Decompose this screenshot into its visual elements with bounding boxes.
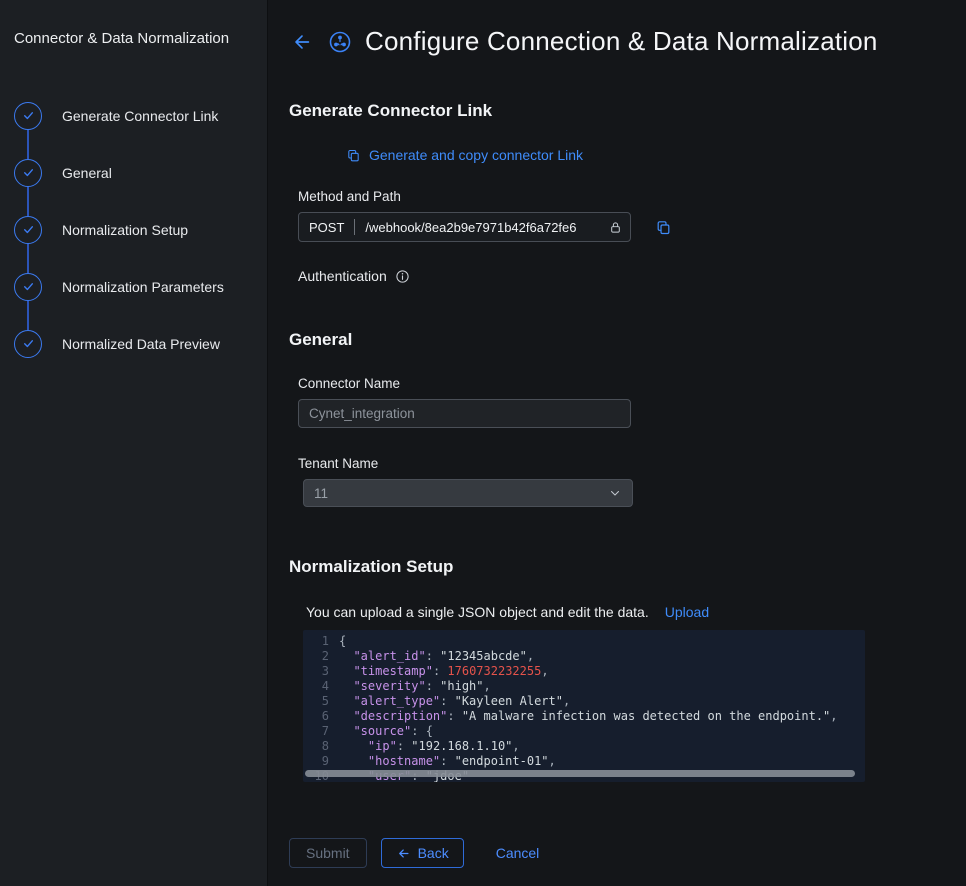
stepper-step-normalization-parameters[interactable]: Normalization Parameters (14, 258, 267, 315)
section-heading-normalization-setup: Normalization Setup (289, 557, 966, 577)
back-arrow-icon (396, 846, 411, 861)
step-label: Generate Connector Link (62, 108, 218, 124)
chevron-down-icon (608, 486, 622, 500)
code-line: 2 "alert_id": "12345abcde", (303, 649, 865, 664)
generate-copy-connector-link[interactable]: Generate and copy connector Link (298, 147, 631, 163)
back-button-label: Back (418, 845, 449, 861)
code-lines: 1{2 "alert_id": "12345abcde",3 "timestam… (303, 634, 865, 782)
step-label: Normalized Data Preview (62, 336, 220, 352)
step-label: Normalization Parameters (62, 279, 224, 295)
back-arrow-icon (291, 31, 313, 53)
check-icon (14, 330, 42, 358)
connector-icon (328, 30, 352, 54)
connector-name-input[interactable] (298, 399, 631, 428)
stepper-step-general[interactable]: General (14, 144, 267, 201)
tenant-name-value: 11 (314, 486, 328, 501)
connector-name-label: Connector Name (298, 376, 966, 391)
back-arrow-button[interactable] (289, 29, 315, 55)
authentication-label: Authentication (298, 268, 387, 284)
lock-icon (609, 221, 622, 234)
code-line: 4 "severity": "high", (303, 679, 865, 694)
check-icon (14, 102, 42, 130)
footer-actions: Submit Back Cancel (289, 838, 966, 868)
json-code-editor[interactable]: 1{2 "alert_id": "12345abcde",3 "timestam… (303, 630, 865, 782)
method-value: POST (309, 220, 344, 235)
copy-icon (655, 219, 672, 236)
copy-icon (346, 148, 361, 163)
tenant-name-select[interactable]: 11 (303, 479, 633, 507)
cancel-button[interactable]: Cancel (486, 838, 550, 868)
section-normalization-setup: Normalization Setup You can upload a sin… (289, 557, 966, 782)
code-line: 3 "timestamp": 1760732232255, (303, 664, 865, 679)
check-icon (14, 273, 42, 301)
sidebar: Connector & Data Normalization Generate … (0, 0, 268, 886)
stepper-step-normalization-setup[interactable]: Normalization Setup (14, 201, 267, 258)
section-generate-connector-link: Generate Connector Link Generate and cop… (289, 101, 966, 284)
scrollbar-thumb[interactable] (305, 770, 855, 777)
sidebar-title: Connector & Data Normalization (0, 30, 267, 47)
path-value: /webhook/8ea2b9e7971b42f6a72fe6 (365, 220, 607, 235)
method-path-row: POST /webhook/8ea2b9e7971b42f6a72fe6 (298, 212, 966, 242)
code-horizontal-scrollbar[interactable] (305, 770, 861, 777)
code-line: 7 "source": { (303, 724, 865, 739)
stepper-step-generate-connector-link[interactable]: Generate Connector Link (14, 87, 267, 144)
check-icon (14, 216, 42, 244)
method-path-field[interactable]: POST /webhook/8ea2b9e7971b42f6a72fe6 (298, 212, 631, 242)
app: Connector & Data Normalization Generate … (0, 0, 966, 886)
code-line: 6 "description": "A malware infection wa… (303, 709, 865, 724)
back-button[interactable]: Back (381, 838, 464, 868)
code-line: 5 "alert_type": "Kayleen Alert", (303, 694, 865, 709)
upload-button[interactable]: Upload (665, 604, 709, 620)
stepper-step-normalized-data-preview[interactable]: Normalized Data Preview (14, 315, 267, 372)
section-heading-general: General (289, 330, 966, 350)
main-content: Configure Connection & Data Normalizatio… (268, 0, 966, 886)
submit-button[interactable]: Submit (289, 838, 367, 868)
step-label: Normalization Setup (62, 222, 188, 238)
method-path-label: Method and Path (298, 189, 966, 204)
code-line: 1{ (303, 634, 865, 649)
code-line: 9 "hostname": "endpoint-01", (303, 754, 865, 769)
page-title: Configure Connection & Data Normalizatio… (365, 26, 878, 57)
authentication-row: Authentication (298, 268, 966, 284)
section-general: General Connector Name Tenant Name 11 (289, 330, 966, 507)
stepper: Generate Connector Link General Normaliz… (14, 87, 267, 372)
check-icon (14, 159, 42, 187)
page-header: Configure Connection & Data Normalizatio… (289, 26, 966, 57)
copy-path-button[interactable] (653, 217, 674, 238)
code-line: 8 "ip": "192.168.1.10", (303, 739, 865, 754)
method-path-divider (354, 219, 355, 235)
info-icon[interactable] (395, 269, 410, 284)
generate-copy-connector-link-label: Generate and copy connector Link (369, 147, 583, 163)
upload-hint-text: You can upload a single JSON object and … (306, 604, 649, 620)
upload-hint-row: You can upload a single JSON object and … (306, 604, 966, 620)
section-heading-generate-link: Generate Connector Link (289, 101, 966, 121)
step-label: General (62, 165, 112, 181)
tenant-name-label: Tenant Name (298, 456, 966, 471)
